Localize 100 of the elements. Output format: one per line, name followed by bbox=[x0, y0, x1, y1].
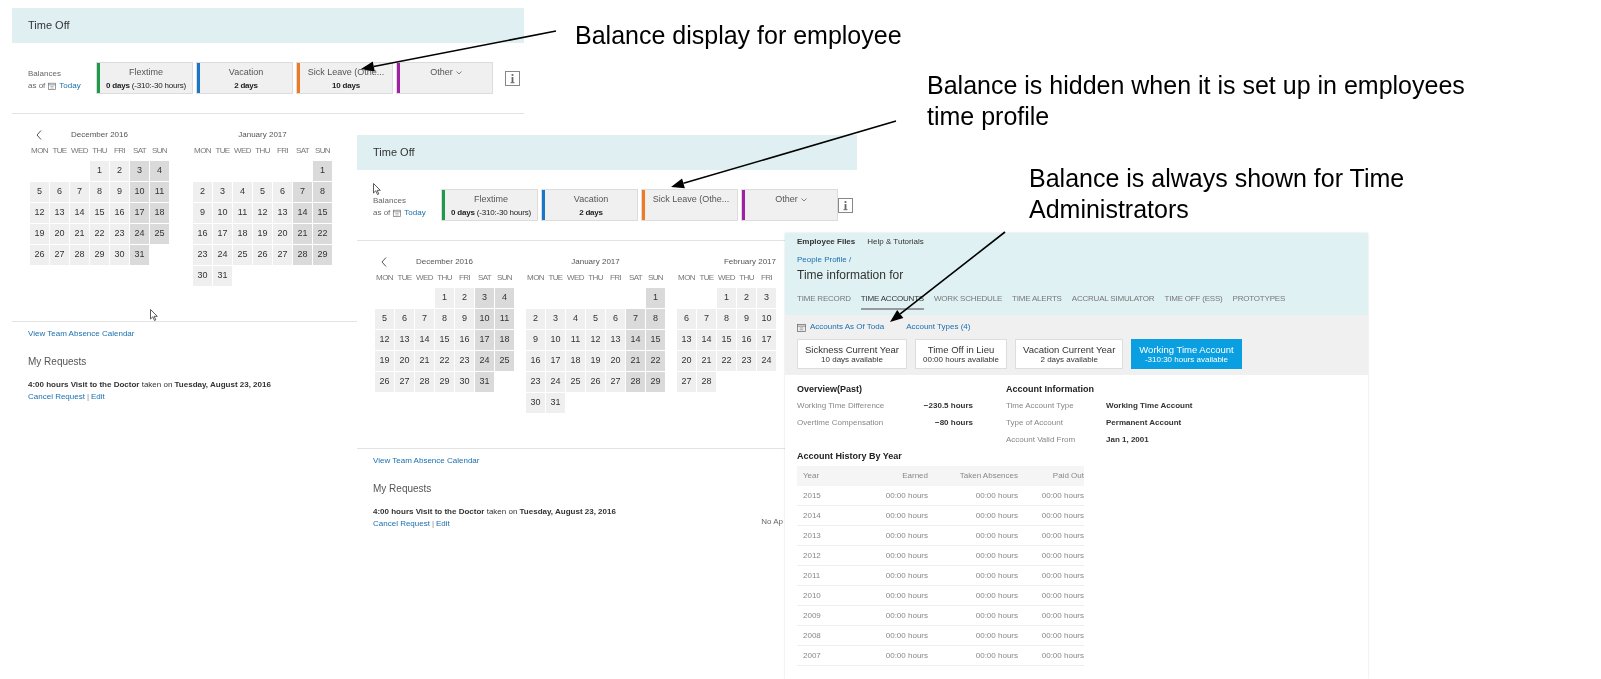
day-cell[interactable]: 22 bbox=[435, 351, 454, 371]
day-cell[interactable]: 16 bbox=[526, 351, 545, 371]
day-cell[interactable]: 21 bbox=[626, 351, 645, 371]
day-cell[interactable]: 13 bbox=[606, 330, 625, 350]
account-card[interactable]: Time Off in Lieu 00:00 hours available bbox=[915, 339, 1008, 369]
day-cell[interactable]: 20 bbox=[677, 351, 696, 371]
today-link[interactable]: Today bbox=[404, 207, 426, 219]
day-cell[interactable]: 28 bbox=[415, 372, 434, 392]
day-cell[interactable]: 9 bbox=[526, 330, 545, 350]
day-cell[interactable]: 6 bbox=[273, 182, 292, 202]
day-cell[interactable]: 8 bbox=[646, 309, 665, 329]
day-cell[interactable]: 26 bbox=[586, 372, 605, 392]
account-card[interactable]: Vacation Current Year 2 days available bbox=[1015, 339, 1124, 369]
previous-month-icon[interactable] bbox=[36, 130, 42, 140]
tab[interactable]: WORK SCHEDULE bbox=[934, 293, 1003, 310]
day-cell[interactable]: 6 bbox=[395, 309, 414, 329]
day-cell[interactable]: 3 bbox=[213, 182, 232, 202]
day-cell[interactable]: 21 bbox=[415, 351, 434, 371]
day-cell[interactable]: 8 bbox=[435, 309, 454, 329]
balance-card[interactable]: Flextime 0 days (-310:-30 hours) bbox=[96, 62, 193, 94]
day-cell[interactable]: 4 bbox=[233, 182, 252, 202]
day-cell[interactable]: 6 bbox=[50, 182, 69, 202]
day-cell[interactable]: 10 bbox=[213, 203, 232, 223]
day-cell[interactable]: 18 bbox=[233, 224, 252, 244]
day-cell[interactable]: 21 bbox=[70, 224, 89, 244]
day-cell[interactable]: 10 bbox=[475, 309, 494, 329]
day-cell[interactable]: 14 bbox=[626, 330, 645, 350]
day-cell[interactable]: 31 bbox=[213, 266, 232, 286]
day-cell[interactable]: 20 bbox=[273, 224, 292, 244]
day-cell[interactable]: 18 bbox=[495, 330, 514, 350]
day-cell[interactable]: 6 bbox=[606, 309, 625, 329]
accounts-as-of-link[interactable]: Accounts As Of Toda bbox=[810, 321, 885, 333]
day-cell[interactable]: 11 bbox=[150, 182, 169, 202]
day-cell[interactable]: 7 bbox=[415, 309, 434, 329]
day-cell[interactable]: 18 bbox=[150, 203, 169, 223]
day-cell[interactable]: 14 bbox=[415, 330, 434, 350]
day-cell[interactable]: 2 bbox=[526, 309, 545, 329]
day-cell[interactable]: 23 bbox=[455, 351, 474, 371]
day-cell[interactable]: 19 bbox=[586, 351, 605, 371]
day-cell[interactable]: 21 bbox=[697, 351, 716, 371]
day-cell[interactable]: 5 bbox=[375, 309, 394, 329]
day-cell[interactable]: 24 bbox=[130, 224, 149, 244]
balance-card[interactable]: Vacation 2 days bbox=[541, 189, 638, 221]
day-cell[interactable]: 24 bbox=[475, 351, 494, 371]
day-cell[interactable]: 22 bbox=[313, 224, 332, 244]
day-cell[interactable]: 2 bbox=[110, 161, 129, 181]
day-cell[interactable]: 24 bbox=[213, 245, 232, 265]
day-cell[interactable]: 11 bbox=[495, 309, 514, 329]
day-cell[interactable]: 26 bbox=[253, 245, 272, 265]
day-cell[interactable]: 23 bbox=[526, 372, 545, 392]
team-calendar-link[interactable]: View Team Absence Calendar bbox=[373, 455, 480, 467]
tab[interactable]: TIME ALERTS bbox=[1012, 293, 1062, 310]
day-cell[interactable]: 11 bbox=[233, 203, 252, 223]
day-cell[interactable]: 29 bbox=[313, 245, 332, 265]
day-cell[interactable]: 24 bbox=[546, 372, 565, 392]
day-cell[interactable]: 30 bbox=[526, 393, 545, 413]
day-cell[interactable]: 7 bbox=[70, 182, 89, 202]
day-cell[interactable]: 30 bbox=[193, 266, 212, 286]
day-cell[interactable]: 16 bbox=[455, 330, 474, 350]
day-cell[interactable]: 30 bbox=[455, 372, 474, 392]
day-cell[interactable]: 12 bbox=[253, 203, 272, 223]
day-cell[interactable]: 10 bbox=[757, 309, 776, 329]
day-cell[interactable]: 22 bbox=[717, 351, 736, 371]
day-cell[interactable]: 8 bbox=[313, 182, 332, 202]
day-cell[interactable]: 12 bbox=[30, 203, 49, 223]
day-cell[interactable]: 13 bbox=[677, 330, 696, 350]
day-cell[interactable]: 8 bbox=[90, 182, 109, 202]
info-icon[interactable] bbox=[505, 70, 520, 86]
day-cell[interactable]: 1 bbox=[435, 288, 454, 308]
account-types-link[interactable]: Account Types (4) bbox=[906, 321, 971, 333]
day-cell[interactable]: 31 bbox=[546, 393, 565, 413]
day-cell[interactable]: 27 bbox=[677, 372, 696, 392]
day-cell[interactable]: 19 bbox=[375, 351, 394, 371]
day-cell[interactable]: 17 bbox=[130, 203, 149, 223]
day-cell[interactable]: 25 bbox=[233, 245, 252, 265]
day-cell[interactable]: 12 bbox=[586, 330, 605, 350]
day-cell[interactable]: 27 bbox=[395, 372, 414, 392]
day-cell[interactable]: 9 bbox=[455, 309, 474, 329]
day-cell[interactable]: 18 bbox=[566, 351, 585, 371]
day-cell[interactable]: 3 bbox=[546, 309, 565, 329]
day-cell[interactable]: 11 bbox=[566, 330, 585, 350]
day-cell[interactable]: 14 bbox=[70, 203, 89, 223]
edit-link[interactable]: Edit bbox=[436, 518, 450, 530]
top-nav-link[interactable]: Employee Files bbox=[797, 236, 856, 248]
day-cell[interactable]: 6 bbox=[677, 309, 696, 329]
day-cell[interactable]: 15 bbox=[717, 330, 736, 350]
day-cell[interactable]: 13 bbox=[395, 330, 414, 350]
account-card[interactable]: Sickness Current Year 10 days available bbox=[797, 339, 907, 369]
day-cell[interactable]: 23 bbox=[737, 351, 756, 371]
day-cell[interactable]: 3 bbox=[130, 161, 149, 181]
previous-month-icon[interactable] bbox=[381, 257, 387, 267]
tab[interactable]: TIME RECORD bbox=[797, 293, 851, 310]
day-cell[interactable]: 22 bbox=[646, 351, 665, 371]
day-cell[interactable]: 29 bbox=[435, 372, 454, 392]
day-cell[interactable]: 3 bbox=[757, 288, 776, 308]
day-cell[interactable]: 29 bbox=[90, 245, 109, 265]
day-cell[interactable]: 10 bbox=[546, 330, 565, 350]
day-cell[interactable]: 15 bbox=[646, 330, 665, 350]
day-cell[interactable]: 15 bbox=[313, 203, 332, 223]
day-cell[interactable]: 20 bbox=[395, 351, 414, 371]
